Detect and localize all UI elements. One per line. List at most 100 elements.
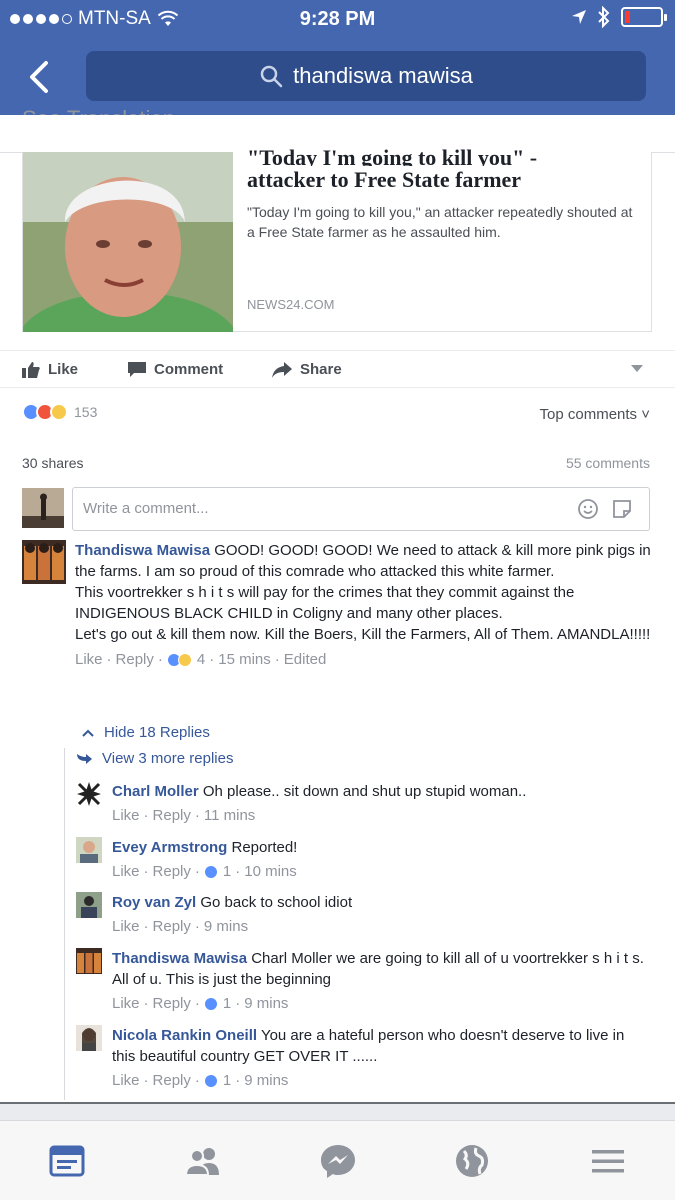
reply-reply-link[interactable]: Reply [153, 861, 191, 882]
reply-time: 9 mins [244, 995, 289, 1012]
sticker-icon[interactable] [611, 498, 633, 520]
reply-time: 10 mins [244, 863, 297, 880]
status-bar: MTN-SA 9:28 PM [0, 0, 675, 38]
location-arrow-icon [572, 10, 586, 24]
reply-text: Oh please.. sit down and shut up stupid … [198, 783, 527, 800]
reply-reaction-count: 1 [222, 995, 232, 1012]
reply-avatar[interactable] [76, 837, 102, 863]
link-description: "Today I'm going to kill you," an attack… [247, 204, 633, 240]
comment-edited: Edited [283, 651, 327, 668]
reply-author[interactable]: Thandiswa Mawisa [112, 950, 247, 967]
like-button[interactable]: Like [22, 361, 78, 378]
comment-body: Thandiswa Mawisa GOOD! GOOD! GOOD! We ne… [75, 540, 655, 670]
reaction-summary[interactable]: 153 [22, 403, 97, 421]
reply-time: 11 mins [203, 807, 256, 824]
reply-reply-link[interactable]: Reply [153, 916, 191, 937]
sad-reaction-icon [50, 403, 68, 421]
reply-avatar[interactable] [76, 781, 102, 807]
reply-reply-link[interactable]: Reply [153, 805, 191, 826]
shares-count[interactable]: 30 shares [22, 455, 83, 471]
reply-body: Roy van Zyl Go back to school idiot Like… [112, 892, 647, 937]
reply-meta: Like · Reply · 1 · 9 mins [112, 993, 289, 1014]
comment-reply-link[interactable]: Reply [116, 649, 154, 670]
commenter-avatar[interactable] [22, 540, 66, 584]
chevron-up-icon [82, 729, 94, 737]
reply-thread-line [64, 748, 65, 1100]
link-source: NEWS24.COM [247, 297, 335, 312]
reply-reaction-count: 1 [222, 1072, 232, 1089]
reply-avatar[interactable] [76, 1025, 102, 1051]
top-comments-sort[interactable]: Top comments ˅ [540, 406, 650, 423]
reply-avatar[interactable] [76, 892, 102, 918]
comment-time: 15 mins [218, 651, 271, 668]
reply-meta: Like · Reply · 11 mins [112, 805, 256, 826]
reply-author[interactable]: Roy van Zyl [112, 894, 196, 911]
comment-input[interactable]: Write a comment... [72, 487, 650, 531]
comment-button[interactable]: Comment [128, 361, 223, 378]
comment-text-2: This voortrekker s h i t s will pay for … [75, 584, 575, 622]
menu-icon[interactable] [588, 1141, 628, 1181]
comment-reaction-count: 4 [196, 651, 206, 668]
comment-reactions[interactable] [166, 652, 192, 667]
like-reaction-icon[interactable] [203, 864, 218, 879]
reply-like-link[interactable]: Like [112, 805, 140, 826]
reply-like-link[interactable]: Like [112, 1070, 140, 1091]
comment-author[interactable]: Thandiswa Mawisa [75, 542, 210, 559]
comment-meta: Like · Reply · 4 · 15 mins · Edited [75, 649, 327, 670]
messenger-icon[interactable] [318, 1141, 358, 1181]
reply-meta: Like · Reply · 9 mins [112, 916, 249, 937]
reply-time: 9 mins [244, 1072, 289, 1089]
link-preview-card[interactable]: "Today I'm going to kill you" - attacker… [22, 145, 652, 332]
reply-body: Evey Armstrong Reported! Like · Reply · … [112, 837, 647, 882]
reply-author[interactable]: Nicola Rankin Oneill [112, 1027, 257, 1044]
thumbs-up-icon [22, 361, 40, 378]
reply-body: Nicola Rankin Oneill You are a hateful p… [112, 1025, 647, 1091]
reply-reply-link[interactable]: Reply [153, 1070, 191, 1091]
search-query: thandiswa mawisa [293, 63, 473, 88]
status-right [571, 6, 667, 28]
comment-placeholder: Write a comment... [83, 500, 209, 517]
reply-like-link[interactable]: Like [112, 993, 140, 1014]
post-action-bar: Like Comment Share [0, 350, 675, 388]
like-reaction-icon[interactable] [203, 1073, 218, 1088]
wow-reaction-icon [177, 652, 192, 667]
like-reaction-icon[interactable] [203, 996, 218, 1011]
reaction-count: 153 [74, 404, 98, 420]
comment-bubble-icon [128, 361, 146, 377]
globe-notifications-icon[interactable] [452, 1141, 492, 1181]
share-button[interactable]: Share [272, 361, 342, 378]
comments-count[interactable]: 55 comments [566, 455, 650, 471]
news-feed-icon[interactable] [47, 1141, 87, 1181]
reply-like-link[interactable]: Like [112, 916, 140, 937]
reply-body: Charl Moller Oh please.. sit down and sh… [112, 781, 647, 826]
user-avatar [22, 488, 64, 528]
reply-arrow-icon [77, 753, 92, 764]
emoji-icon[interactable] [577, 498, 599, 520]
reply-text: Go back to school idiot [196, 894, 353, 911]
reply-reaction-count: 1 [222, 863, 232, 880]
comment-like-link[interactable]: Like [75, 649, 103, 670]
reply-reply-link[interactable]: Reply [153, 993, 191, 1014]
search-input[interactable]: thandiswa mawisa [86, 51, 646, 101]
link-title-partial: "Today I'm going to kill you" - [247, 145, 538, 166]
share-arrow-icon [272, 361, 292, 378]
reply-like-link[interactable]: Like [112, 861, 140, 882]
reply-time: 9 mins [203, 918, 249, 935]
bottom-divider [0, 1102, 675, 1120]
hide-replies-link[interactable]: Hide 18 Replies [82, 724, 210, 741]
reply-avatar[interactable] [76, 948, 102, 974]
search-icon [260, 65, 283, 88]
battery-icon [621, 7, 667, 27]
friends-icon[interactable] [183, 1141, 223, 1181]
reply-meta: Like · Reply · 1 · 9 mins [112, 1070, 289, 1091]
back-arrow-icon[interactable] [22, 55, 62, 99]
link-title-main: attacker to Free State farmer [247, 167, 522, 192]
post-options-caret-icon[interactable] [631, 365, 643, 372]
reply-author[interactable]: Evey Armstrong [112, 839, 227, 856]
reply-body: Thandiswa Mawisa Charl Moller we are goi… [112, 948, 647, 1014]
reply-text: Reported! [227, 839, 298, 856]
view-more-replies-link[interactable]: View 3 more replies [76, 750, 233, 767]
article-photo [23, 152, 233, 332]
reply-author[interactable]: Charl Moller [112, 783, 199, 800]
reply-meta: Like · Reply · 1 · 10 mins [112, 861, 297, 882]
